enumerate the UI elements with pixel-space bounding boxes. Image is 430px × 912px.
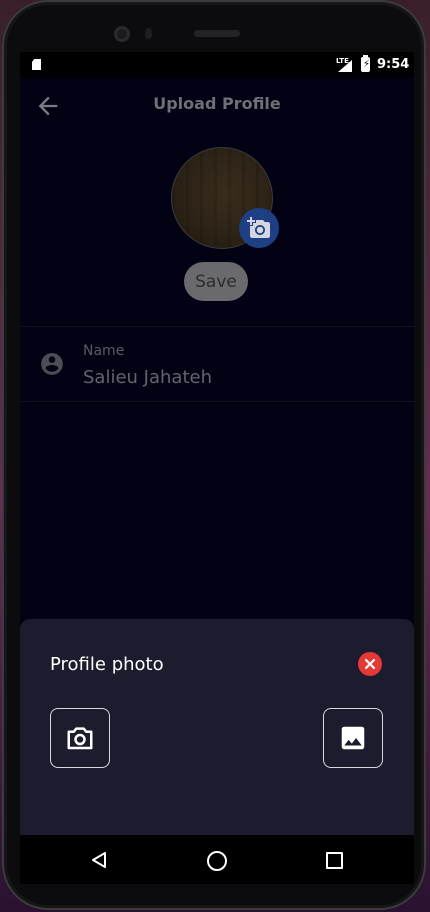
name-value: Salieu Jahateh	[83, 367, 212, 388]
add-a-photo-icon	[247, 217, 270, 238]
nav-back-icon[interactable]	[90, 851, 108, 869]
account-circle-icon	[41, 353, 63, 375]
nav-home-icon[interactable]	[207, 851, 227, 871]
take-photo-button[interactable]	[50, 708, 110, 768]
front-camera	[114, 26, 130, 42]
sheet-title: Profile photo	[50, 654, 164, 675]
network-type: LTE	[336, 57, 349, 65]
nav-recents-icon[interactable]	[326, 852, 343, 869]
change-photo-button[interactable]	[239, 208, 279, 248]
status-time: 9:54	[377, 57, 410, 72]
sim-card-icon	[32, 59, 41, 70]
cancel-icon	[364, 658, 376, 670]
phone-frame: LTE ⚡ 9:54 Upload Profile Save Name Sali…	[2, 0, 426, 910]
profile-photo-sheet: Profile photo	[20, 619, 414, 835]
proximity-sensor	[145, 28, 152, 39]
name-field[interactable]: Name Salieu Jahateh	[20, 326, 414, 402]
close-sheet-button[interactable]	[358, 652, 382, 676]
image-icon	[341, 726, 365, 750]
app-bar: Upload Profile	[20, 78, 414, 132]
status-bar: LTE ⚡ 9:54	[20, 52, 414, 78]
camera-icon	[67, 727, 93, 750]
screen: LTE ⚡ 9:54 Upload Profile Save Name Sali…	[20, 52, 414, 884]
name-label: Name	[83, 343, 125, 359]
choose-from-gallery-button[interactable]	[323, 708, 383, 768]
page-title: Upload Profile	[153, 94, 281, 113]
earpiece-speaker	[194, 30, 240, 37]
save-button[interactable]: Save	[184, 262, 248, 301]
battery-charging-icon: ⚡	[361, 55, 371, 72]
system-nav-bar	[20, 835, 414, 884]
